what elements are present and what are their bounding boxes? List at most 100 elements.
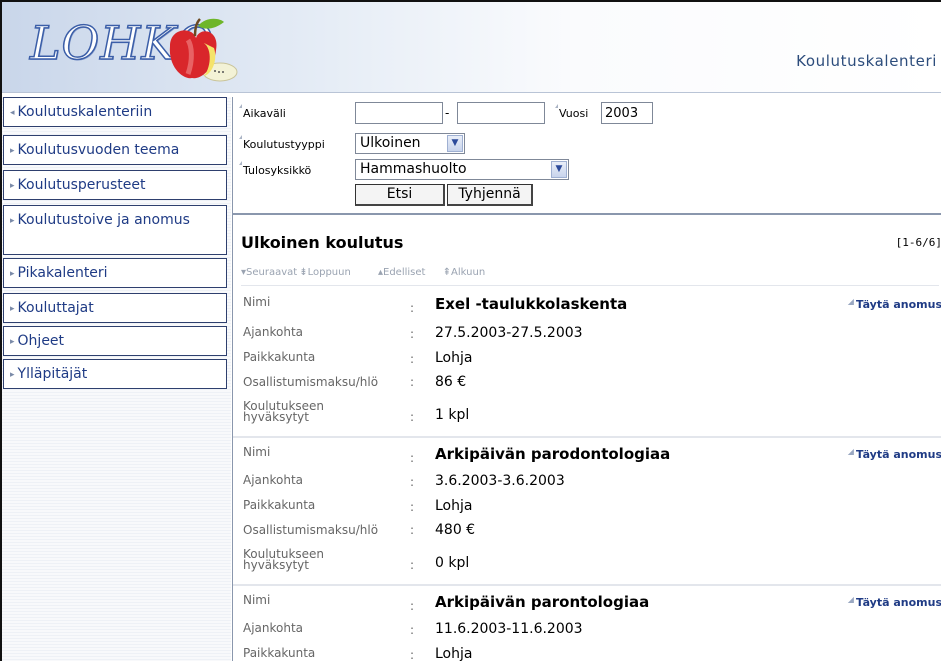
sidebar-item-pikakalenteri[interactable]: ▸ Pikakalenteri: [3, 258, 227, 288]
type-select-value: Ulkoinen: [360, 135, 421, 151]
sidebar-item-label: Pikakalenteri: [17, 265, 108, 281]
colon: :: [410, 352, 415, 366]
chevron-down-icon[interactable]: ▼: [551, 161, 567, 178]
unit-select-value: Hammashuolto: [360, 161, 467, 177]
course-accepted: 1 kpl: [435, 407, 470, 423]
clear-button[interactable]: Tyhjennä: [447, 184, 533, 206]
colon: :: [410, 599, 415, 613]
apply-link-label: Täytä anomus: [855, 448, 941, 461]
search-form: Aikaväli - Vuosi Koulutustyyppi Ulkoinen…: [233, 97, 941, 215]
fee-label: Osallistumismaksu/hlö: [243, 523, 379, 537]
sidebar-item-label: Koulutusvuoden teema: [17, 142, 180, 158]
course-name: Arkipäivän parodontologiaa: [435, 445, 671, 463]
course-record: Nimi : Arkipäivän parodontologiaa ◢ Täytä…: [233, 445, 941, 591]
date-from-input[interactable]: [355, 102, 443, 124]
type-select[interactable]: Ulkoinen ▼: [355, 133, 465, 154]
apply-link[interactable]: ◢ Täytä anomus: [847, 595, 941, 609]
accepted-label: Koulutukseen hyväksytyt: [243, 399, 325, 424]
triangle-icon: ◢: [847, 447, 854, 456]
date-label: Ajankohta: [243, 473, 304, 487]
pager-next-link[interactable]: ▾Seuraavat: [241, 267, 297, 278]
sidebar-item-koulutusperusteet[interactable]: ▸ Koulutusperusteet: [3, 170, 227, 200]
pager-last-link[interactable]: ⇟Loppuun: [299, 267, 351, 278]
colon: :: [410, 451, 415, 465]
colon: :: [410, 648, 415, 661]
pager-prev-link[interactable]: ▴Edelliset: [378, 267, 425, 278]
divider: [233, 584, 941, 586]
arrow-right-icon: ▸: [10, 216, 15, 226]
colon: :: [410, 301, 415, 315]
chevron-down-icon[interactable]: ▼: [447, 135, 463, 152]
arrow-right-icon: ▸: [10, 181, 15, 191]
colon: :: [410, 327, 415, 341]
place-label: Paikkakunta: [243, 646, 316, 660]
colon: :: [410, 623, 415, 637]
arrow-right-icon: ▸: [10, 337, 15, 347]
course-place: Lohja: [435, 646, 473, 661]
course-place: Lohja: [435, 350, 473, 366]
date-to-input[interactable]: [457, 102, 545, 124]
sidebar-item-koulutusvuoden-teema[interactable]: ▸ Koulutusvuoden teema: [3, 135, 227, 165]
unit-label: Tulosyksikkö: [238, 161, 312, 177]
colon: :: [410, 475, 415, 489]
results-title: Ulkoinen koulutus: [241, 233, 404, 252]
apply-link-label: Täytä anomus: [855, 596, 941, 609]
name-label: Nimi: [243, 445, 271, 459]
unit-select[interactable]: Hammashuolto ▼: [355, 159, 569, 180]
course-date: 27.5.2003-27.5.2003: [435, 325, 583, 341]
colon: :: [410, 558, 415, 572]
fee-label: Osallistumismaksu/hlö: [243, 375, 379, 389]
apply-link-label: Täytä anomus: [855, 298, 941, 311]
course-date: 11.6.2003-11.6.2003: [435, 621, 583, 637]
sidebar-item-label: Koulutuskalenteriin: [17, 104, 153, 120]
search-button[interactable]: Etsi: [355, 184, 445, 206]
course-fee: 480 €: [435, 522, 476, 538]
sidebar-item-label: Ohjeet: [17, 333, 65, 349]
sidebar-item-koulutustoive-ja-anomus[interactable]: ▸ Koulutustoive ja anomus: [3, 205, 227, 255]
sidebar-item-ohjeet[interactable]: ▸ Ohjeet: [3, 326, 227, 356]
pager-first-link[interactable]: ⇞Alkuun: [443, 267, 486, 278]
page-title: Koulutuskalenteri: [796, 52, 937, 70]
sidebar-item-yllapitajat[interactable]: ▸ Ylläpitäjät: [3, 359, 227, 389]
colon: :: [410, 523, 415, 537]
divider: [241, 285, 939, 286]
main-content: Aikaväli - Vuosi Koulutustyyppi Ulkoinen…: [232, 97, 941, 661]
course-accepted: 0 kpl: [435, 555, 470, 571]
name-label: Nimi: [243, 295, 271, 309]
divider: [233, 436, 941, 438]
name-label: Nimi: [243, 593, 271, 607]
date-label: Ajankohta: [243, 621, 304, 635]
course-place: Lohja: [435, 498, 473, 514]
app-window: LOHKO Koulutuskalenteri ◂ Koulutuskalente…: [0, 0, 941, 661]
course-record: Nimi : Exel -taulukkolaskenta ◢ Täytä ano…: [233, 295, 941, 441]
sidebar-item-kouluttajat[interactable]: ▸ Kouluttajat: [3, 293, 227, 323]
period-label: Aikaväli: [239, 104, 286, 120]
accepted-label: Koulutukseen hyväksytyt: [243, 547, 325, 572]
date-label: Ajankohta: [243, 325, 304, 339]
arrow-right-icon: ▸: [10, 304, 15, 314]
year-input[interactable]: [601, 102, 653, 124]
arrow-right-icon: ▸: [10, 269, 15, 279]
arrow-left-icon: ◂: [10, 108, 15, 118]
course-record: Nimi : Arkipäivän parontologiaa ◢ Täytä a…: [233, 593, 941, 661]
sidebar-item-koulutuskalenteriin[interactable]: ◂ Koulutuskalenteriin: [3, 97, 227, 127]
apple-logo-icon: [169, 18, 238, 82]
triangle-icon: ◢: [847, 297, 854, 306]
arrow-right-icon: ▸: [10, 146, 15, 156]
course-name: Exel -taulukkolaskenta: [435, 295, 628, 313]
colon: :: [410, 375, 415, 389]
sidebar: ◂ Koulutuskalenteriin ▸ Koulutusvuoden tee…: [2, 97, 231, 661]
triangle-icon: ◢: [847, 595, 854, 604]
place-label: Paikkakunta: [243, 498, 316, 512]
apply-link[interactable]: ◢ Täytä anomus: [847, 297, 941, 311]
apply-link[interactable]: ◢ Täytä anomus: [847, 447, 941, 461]
course-name: Arkipäivän parontologiaa: [435, 593, 650, 611]
colon: :: [410, 500, 415, 514]
results-count: [1-6/6]: [895, 236, 941, 249]
type-label: Koulutustyyppi: [239, 135, 325, 151]
sidebar-item-label: Kouluttajat: [17, 300, 94, 316]
sidebar-item-label: Koulutusperusteet: [17, 177, 146, 193]
course-date: 3.6.2003-3.6.2003: [435, 473, 565, 489]
year-label: Vuosi: [554, 104, 589, 120]
sidebar-item-label: Ylläpitäjät: [17, 366, 88, 382]
